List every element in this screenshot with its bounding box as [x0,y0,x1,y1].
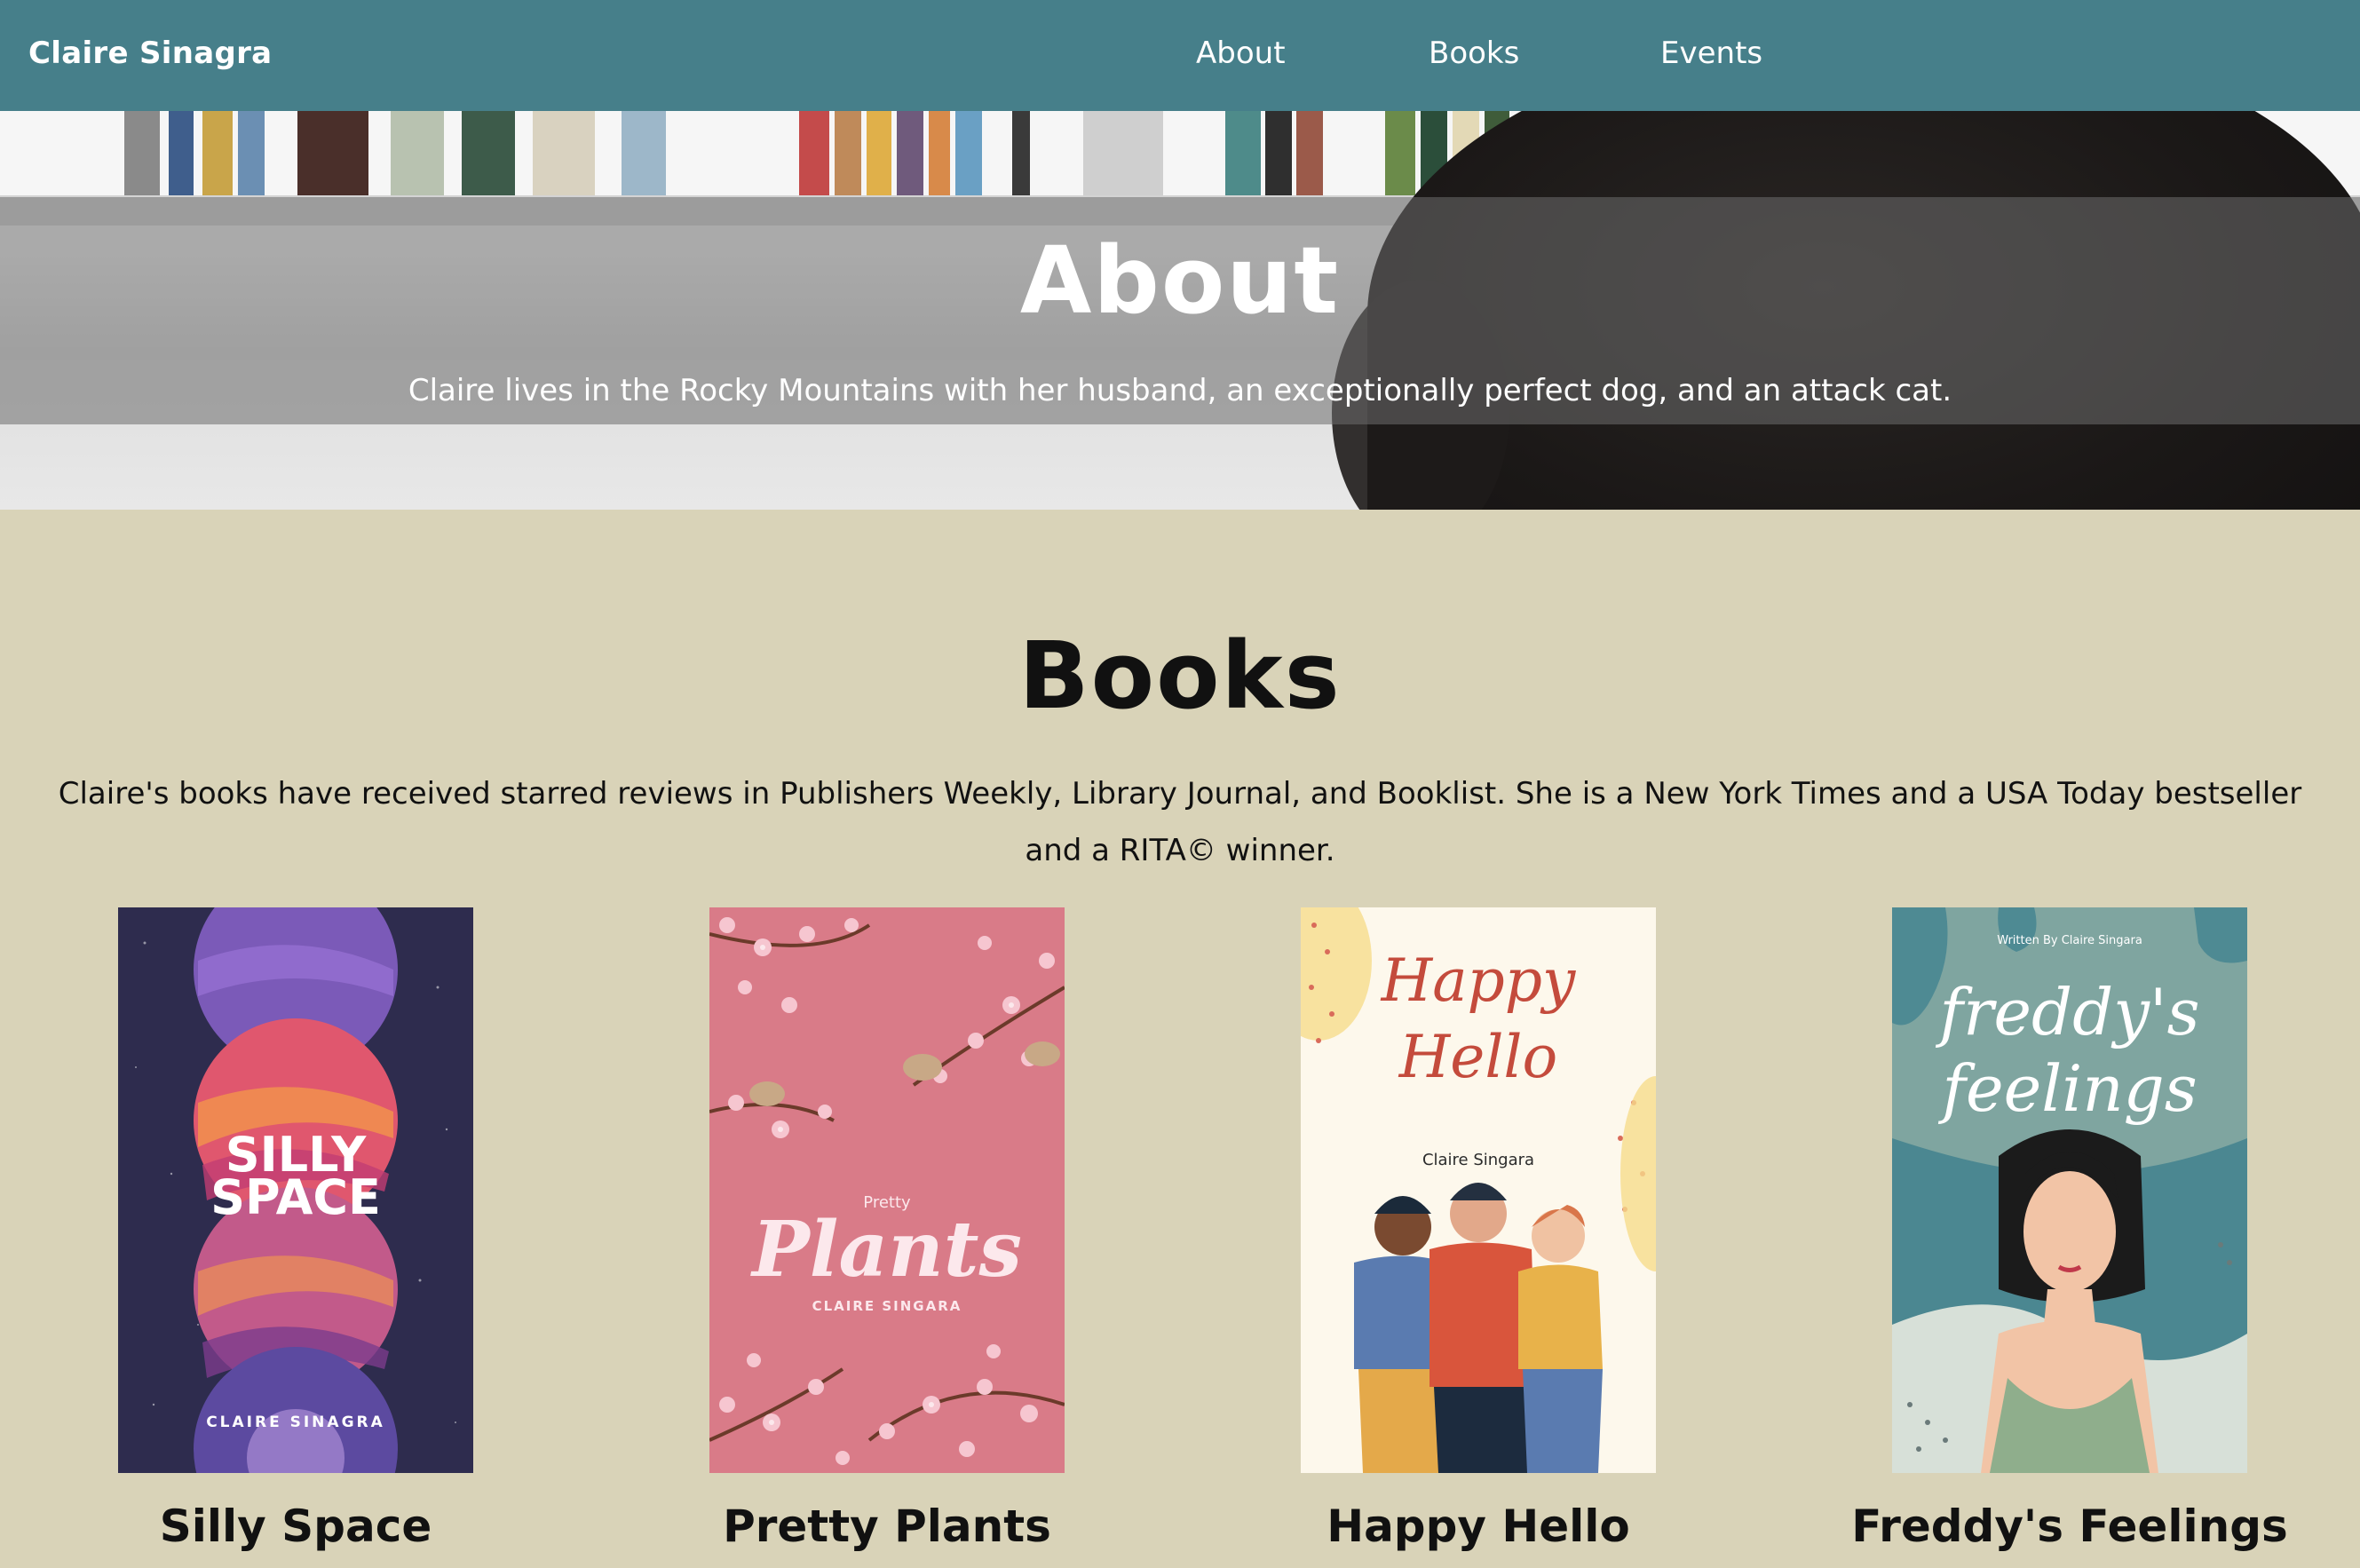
nav-link-events[interactable]: Events [1660,0,1762,111]
cover-title: freddy's feelings [1939,975,2200,1126]
books-intro: Claire's books have received starred rev… [58,776,2302,868]
cherry-blossom-illustration [709,917,1065,1465]
about-heading: About [1019,226,1341,335]
top-navbar: Claire Sinagra About Books Events [0,0,2360,111]
cover-author: CLAIRE SINGARA [812,1298,962,1314]
nav-link-books[interactable]: Books [1429,0,1519,111]
book-title-silly-space[interactable]: Silly Space [0,1501,591,1552]
about-text: Claire lives in the Rocky Mountains with… [408,373,1952,408]
nav-link-about[interactable]: About [1196,0,1286,111]
cover-author: CLAIRE SINAGRA [206,1414,385,1431]
cover-author: Written By Claire Singara [1997,934,2142,947]
book-cover-freddys-feelings[interactable]: Written By Claire Singara freddy's feeli… [1892,907,2247,1473]
cover-title: Happy Hello [1381,946,1576,1091]
cover-title: Plants [752,1205,1022,1295]
cover-author: Claire Singara [1422,1151,1535,1169]
book-cover-happy-hello[interactable]: Happy Hello Claire Singara [1301,907,1656,1473]
cover-title: SILLY SPACE [210,1127,381,1225]
about-hero: About Claire lives in the Rocky Mountain… [0,111,2360,510]
book-cover-silly-space[interactable]: SILLY SPACE CLAIRE SINAGRA [118,907,473,1473]
book-title-pretty-plants[interactable]: Pretty Plants [591,1501,1183,1552]
site-brand[interactable]: Claire Sinagra [28,0,272,111]
book-title-happy-hello[interactable]: Happy Hello [1183,1501,1774,1552]
book-cover-pretty-plants[interactable]: Pretty Plants CLAIRE SINGARA [709,907,1065,1473]
book-title-freddys-feelings[interactable]: Freddy's Feelings [1774,1501,2360,1552]
books-heading: Books [1018,622,1342,730]
